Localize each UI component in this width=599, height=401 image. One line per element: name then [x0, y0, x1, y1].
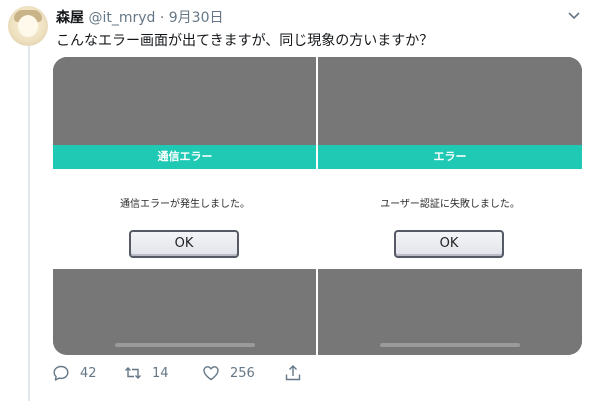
screenshot-right: エラー ユーザー認証に失敗しました。 OK	[318, 57, 582, 355]
author-name[interactable]: 森屋	[56, 10, 84, 26]
dialog-title: エラー	[318, 145, 582, 169]
like-count: 256	[230, 365, 255, 381]
reply-count: 42	[80, 365, 97, 381]
ok-button: OK	[394, 230, 504, 258]
screenshot-left: 通信エラー 通信エラーが発生しました。 OK	[53, 57, 317, 355]
retweet-button[interactable]: 14	[124, 364, 169, 382]
dialog-body: 通信エラーが発生しました。 OK	[53, 169, 317, 269]
dialog-message: 通信エラーが発生しました。	[120, 199, 250, 210]
home-indicator	[115, 343, 255, 347]
thread-line	[28, 46, 30, 401]
tweet-date[interactable]: 9月30日	[169, 10, 224, 26]
chevron-down-icon[interactable]	[567, 9, 581, 23]
tweet-header: 森屋 @it_mryd · 9月30日	[56, 7, 224, 27]
ok-button: OK	[129, 230, 239, 258]
dialog-message: ユーザー認証に失敗しました。	[380, 199, 520, 210]
retweet-icon	[125, 367, 141, 379]
reply-icon	[53, 365, 69, 381]
tweet-actions: 42 14 256	[52, 364, 372, 386]
avatar[interactable]	[8, 6, 48, 46]
tweet-text: こんなエラー画面が出てきますが、同じ現象の方いますか？	[56, 33, 434, 49]
share-icon	[285, 365, 301, 381]
reply-button[interactable]: 42	[52, 364, 97, 382]
like-icon	[203, 366, 219, 381]
dialog-title: 通信エラー	[53, 145, 317, 169]
dialog-body: ユーザー認証に失敗しました。 OK	[318, 169, 582, 269]
author-handle[interactable]: @it_mryd	[88, 10, 155, 26]
tweet-media[interactable]: 通信エラー 通信エラーが発生しました。 OK エラー ユーザー認証に失敗しました…	[53, 57, 582, 355]
home-indicator	[380, 343, 520, 347]
share-button[interactable]	[284, 364, 312, 382]
retweet-count: 14	[152, 365, 169, 381]
separator-dot: ·	[159, 10, 165, 26]
like-button[interactable]: 256	[202, 364, 255, 382]
